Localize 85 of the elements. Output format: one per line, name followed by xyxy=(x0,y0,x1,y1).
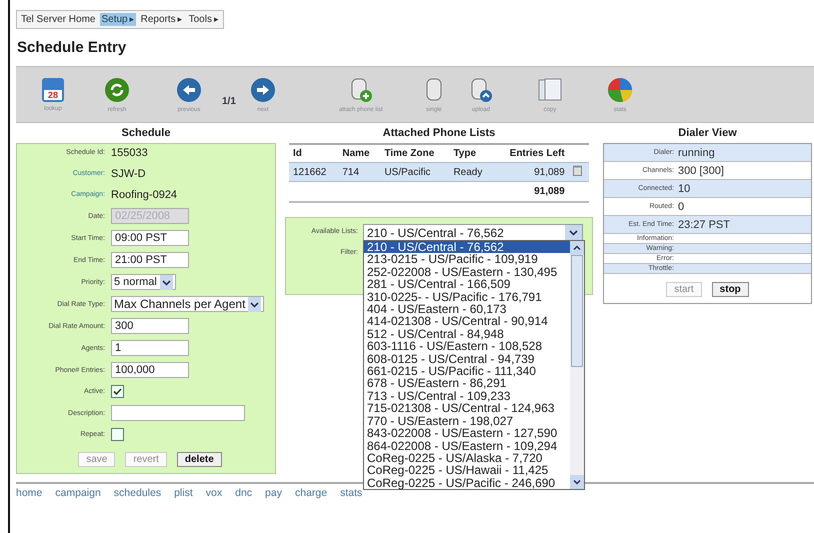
dropdown[interactable]: 210 - US/Central - 76,562 xyxy=(363,224,583,241)
database-icon xyxy=(424,76,444,102)
dropdown-option[interactable]: CoReg-0225 - US/Hawaii - 11,425 xyxy=(364,464,570,477)
trash-icon[interactable] xyxy=(572,165,582,176)
checkbox[interactable] xyxy=(111,428,124,441)
input-field[interactable]: 100,000 xyxy=(111,362,189,378)
footer-link[interactable]: home xyxy=(16,487,42,499)
dropdown-option[interactable]: 281 - US/Central - 166,509 xyxy=(364,278,570,291)
menu-item[interactable]: Tel Server Home xyxy=(20,13,96,26)
table-cell: US/Pacific xyxy=(380,162,450,182)
dropdown-option[interactable]: 213-0215 - US/Pacific - 109,919 xyxy=(364,253,570,266)
column-header: Id xyxy=(289,144,338,162)
dropdown-option[interactable]: 414-021308 - US/Central - 90,914 xyxy=(364,315,570,328)
footer-link[interactable]: schedules xyxy=(114,487,162,499)
status-value: 300 [300] xyxy=(678,164,724,176)
dropdown-option[interactable]: 603-1116 - US/Eastern - 108,528 xyxy=(364,340,570,353)
table-cell: 714 xyxy=(338,162,380,182)
table-cell: Ready xyxy=(449,162,494,182)
dropdown[interactable]: Max Channels per Agent xyxy=(111,296,264,312)
footer-link[interactable]: vox xyxy=(206,487,222,499)
status-value: 0 xyxy=(678,200,684,212)
input-field[interactable]: 1 xyxy=(111,340,189,356)
field-value: Roofing-0924 xyxy=(111,188,178,200)
footer-link[interactable]: charge xyxy=(294,487,328,499)
scroll-down-icon[interactable] xyxy=(570,475,584,490)
page-counter: 1/1 xyxy=(222,95,236,107)
table-cell: 121662 xyxy=(289,162,338,182)
dropdown-option[interactable]: CoReg-0225 - US/Alaska - 7,720 xyxy=(364,452,570,464)
dropdown-option[interactable]: 404 - US/Eastern - 60,173 xyxy=(364,303,570,316)
copy-icon xyxy=(536,76,563,102)
status-value: running xyxy=(678,146,715,158)
input-field[interactable]: 09:00 PST xyxy=(111,230,189,246)
dropdown-option[interactable]: 252-022008 - US/Eastern - 130,495 xyxy=(364,266,570,278)
refresh-icon xyxy=(104,76,130,102)
input-field[interactable]: 300 xyxy=(111,318,189,334)
dropdown-option[interactable]: 843-022008 - US/Eastern - 127,590 xyxy=(364,427,570,440)
dropdown-option[interactable]: 512 - US/Central - 84,948 xyxy=(364,328,570,340)
section-heading: Attached Phone Lists xyxy=(382,127,496,139)
footer-link[interactable]: campaign xyxy=(55,487,101,499)
column-header: Time Zone xyxy=(380,144,450,162)
dropdown[interactable]: 5 normal xyxy=(111,274,176,290)
total-cell: 91,089 xyxy=(493,182,569,202)
dropdown-option[interactable]: 864-022008 - US/Eastern - 109,294 xyxy=(364,440,570,452)
scroll-up-icon[interactable] xyxy=(570,241,584,255)
menu-item[interactable]: Setup ▸ xyxy=(100,13,136,26)
dropdown-option[interactable]: 661-0215 - US/Pacific - 111,340 xyxy=(364,365,570,378)
column-header: Name xyxy=(338,144,380,162)
footer-link[interactable]: dnc xyxy=(235,487,252,499)
page-title: Schedule Entry xyxy=(17,39,128,56)
section-heading: Schedule xyxy=(120,127,172,139)
database-plus-icon xyxy=(348,76,373,102)
section-heading: Dialer View xyxy=(677,127,738,139)
dropdown-option[interactable]: 608-0125 - US/Central - 94,739 xyxy=(364,352,570,366)
column-header: Type xyxy=(449,144,494,162)
field-value: 155033 xyxy=(111,146,148,158)
dropdown-option[interactable]: 713 - US/Central - 109,233 xyxy=(364,390,570,402)
scrollbar-thumb[interactable] xyxy=(571,255,583,367)
dropdown-option[interactable]: 715-021308 - US/Central - 124,963 xyxy=(364,402,570,415)
menu-item[interactable]: Reports ▸ xyxy=(140,13,184,26)
field-value: SJW-D xyxy=(111,168,146,180)
caret-icon[interactable] xyxy=(565,224,582,240)
calendar-icon: 28 xyxy=(42,78,64,102)
action-button[interactable]: delete xyxy=(176,452,222,467)
pie-chart-icon xyxy=(606,76,633,102)
footer-link[interactable]: stats xyxy=(340,487,362,499)
table-cell: 91,089 xyxy=(493,162,569,182)
status-value: 10 xyxy=(678,182,690,194)
database-upload-icon xyxy=(468,76,493,102)
dropdown-option[interactable]: 310-0225- - US/Pacific - 176,791 xyxy=(364,290,570,304)
dropdown-option[interactable]: CoReg-0225 - US/Pacific - 246,690 xyxy=(364,476,570,490)
scrollbar[interactable] xyxy=(570,241,584,490)
footer-link[interactable]: pay xyxy=(265,487,282,499)
status-value: 23:27 PST xyxy=(678,218,730,230)
input-field[interactable]: 21:00 PST xyxy=(111,252,189,268)
input-field[interactable] xyxy=(111,405,245,421)
dropdown-option[interactable]: 678 - US/Eastern - 86,291 xyxy=(364,377,570,390)
menu-item[interactable]: Tools ▸ xyxy=(188,13,220,26)
caret-icon[interactable] xyxy=(160,274,173,290)
action-button[interactable]: stop xyxy=(712,282,749,297)
dropdown-option[interactable]: 770 - US/Eastern - 198,027 xyxy=(364,414,570,428)
footer-link[interactable]: plist xyxy=(174,487,193,499)
column-header: Entries Left xyxy=(493,144,569,162)
caret-icon[interactable] xyxy=(248,296,262,312)
checkbox[interactable] xyxy=(111,385,124,398)
dropdown-option[interactable]: 210 - US/Central - 76,562 xyxy=(364,241,570,254)
